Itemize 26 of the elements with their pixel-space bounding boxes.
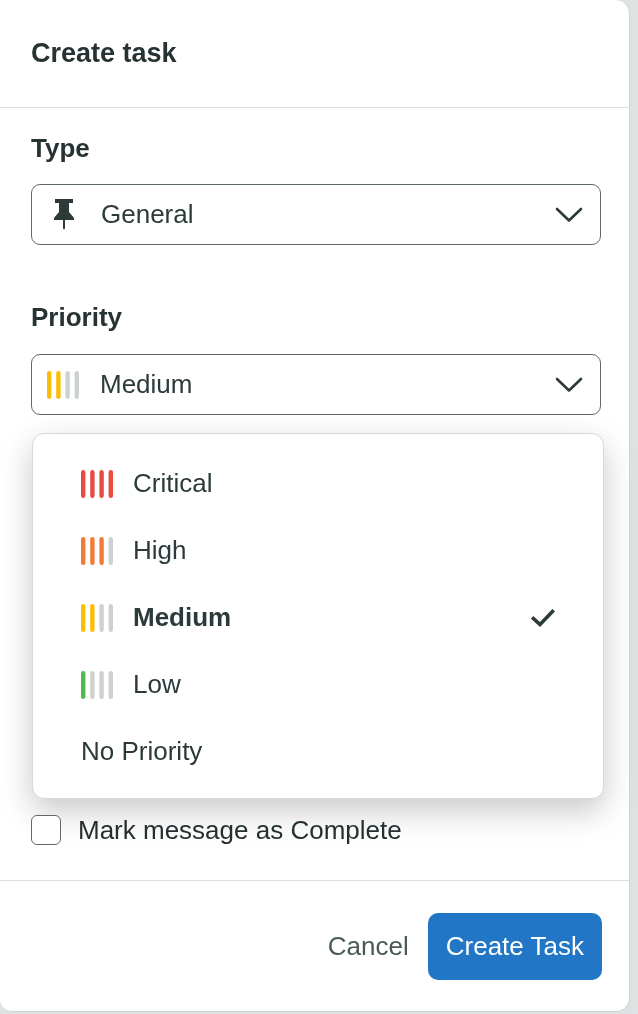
menu-item[interactable]: Medium: [33, 584, 603, 651]
menu-item[interactable]: No Priority: [33, 718, 603, 785]
field-label: Priority: [31, 302, 123, 332]
menu-item[interactable]: High: [33, 517, 603, 584]
empty-meter-bar: [108, 670, 113, 699]
empty-meter-bar: [99, 603, 104, 632]
chevron-down-icon: [555, 376, 583, 393]
dialog-title: Create task: [31, 38, 178, 69]
cancel-button[interactable]: Cancel: [327, 927, 409, 966]
empty-meter-bar: [90, 670, 95, 699]
empty-meter-bar: [65, 370, 70, 399]
pin-icon: [52, 199, 76, 230]
type-select[interactable]: General: [31, 184, 601, 245]
menu-item[interactable]: Critical: [33, 450, 603, 517]
checkmark-icon: [531, 608, 555, 627]
checkbox-label[interactable]: Mark message as Complete: [78, 815, 402, 845]
empty-meter-bar: [108, 536, 113, 565]
empty-meter-bar: [99, 670, 104, 699]
empty-meter-bar: [74, 370, 79, 399]
create-task-button[interactable]: Create Task: [427, 913, 602, 980]
priority-select[interactable]: Medium: [31, 354, 601, 415]
field-label: Type: [31, 133, 90, 163]
checkbox[interactable]: [31, 815, 61, 845]
empty-meter-bar: [108, 603, 113, 632]
chevron-down-icon: [555, 206, 583, 223]
menu-item[interactable]: Low: [33, 651, 603, 718]
